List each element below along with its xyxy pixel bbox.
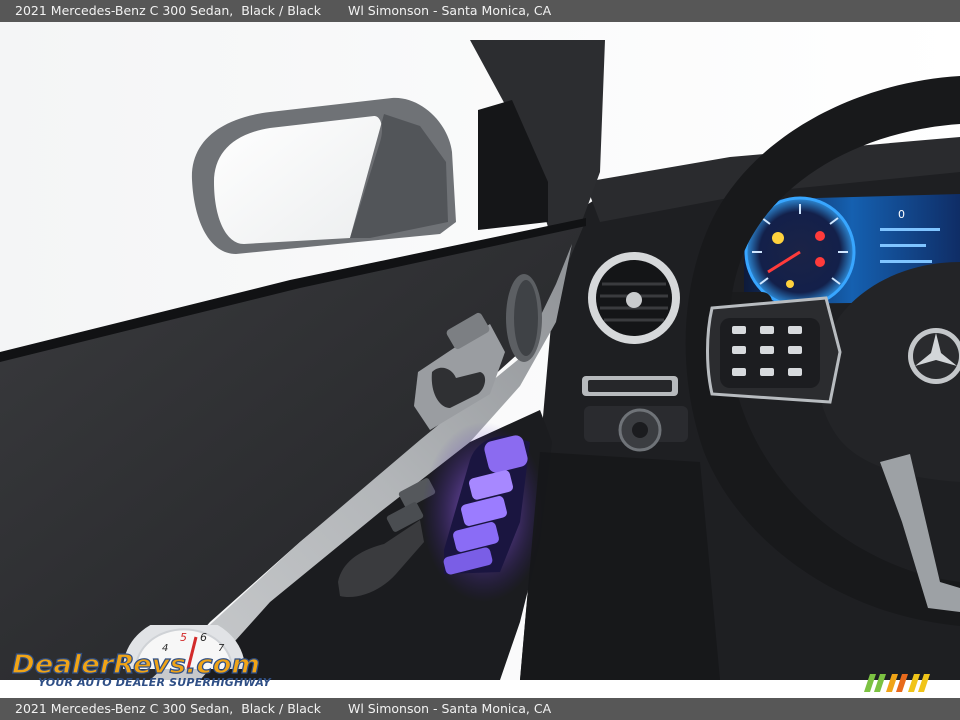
dealer-name: Wl Simonson - Santa Monica, CA (348, 3, 552, 18)
warning-light-amber (786, 280, 794, 288)
warning-light-yellow (772, 232, 784, 244)
light-switch-center (632, 422, 648, 438)
door-speaker-center (514, 280, 538, 356)
dealer-name-bottom: Wl Simonson - Santa Monica, CA (348, 701, 552, 716)
cluster-info-line (880, 228, 940, 231)
dealerrevs-watermark: 4 5 6 7 DealerRevs.com YOUR AUTO DEALER … (12, 625, 271, 693)
caption-bar-top: 2021 Mercedes-Benz C 300 Sedan, Black / … (0, 0, 960, 22)
trip-readout: 0 (898, 208, 905, 221)
stripes-logo-icon (856, 672, 936, 694)
svg-text:6: 6 (200, 631, 207, 644)
watermark-tagline: YOUR AUTO DEALER SUPERHIGHWAY (38, 676, 271, 689)
footwell (520, 452, 720, 680)
air-vent-knob[interactable] (626, 292, 642, 308)
caption-bar-bottom: 2021 Mercedes-Benz C 300 Sedan, Black / … (0, 698, 960, 720)
brake-warning-light (815, 257, 825, 267)
vehicle-title: 2021 Mercedes-Benz C 300 Sedan, Black / … (15, 3, 322, 18)
svg-text:5: 5 (180, 631, 187, 644)
lower-vent-slot (588, 380, 672, 392)
warning-light-red (815, 231, 825, 241)
cluster-info-line-2 (880, 244, 926, 247)
steering-control-buttons (732, 326, 802, 376)
vehicle-title-bottom: 2021 Mercedes-Benz C 300 Sedan, Black / … (15, 701, 322, 716)
cluster-info-line-3 (880, 260, 932, 263)
interior-photo: 0 (0, 22, 960, 680)
